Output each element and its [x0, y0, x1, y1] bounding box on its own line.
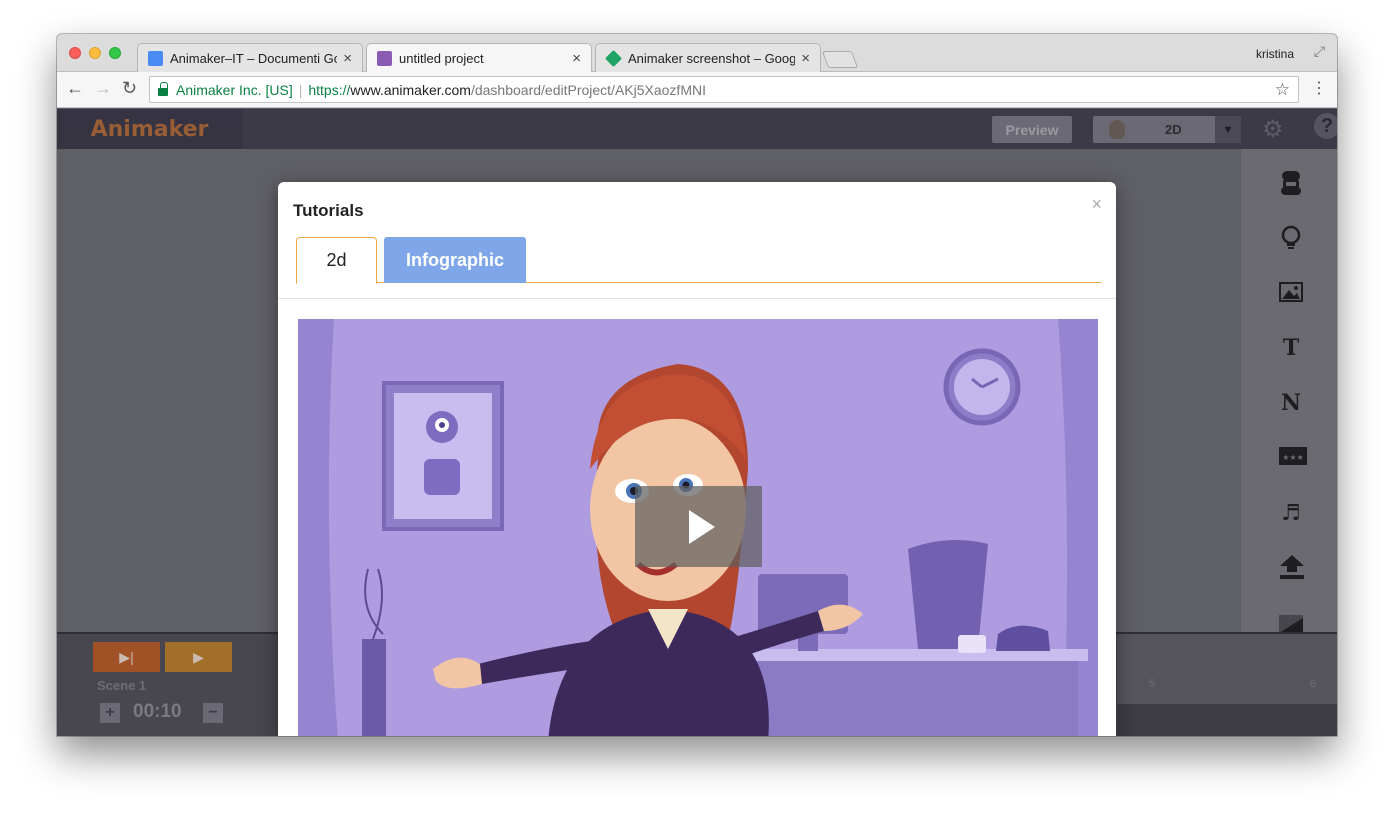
url-host: www.animaker.com [350, 81, 471, 98]
character-icon[interactable] [1279, 170, 1303, 195]
browser-tab-docs[interactable]: Animaker–IT – Documenti Go × [137, 43, 363, 72]
rating-stars-icon[interactable]: ★★★ [1279, 446, 1307, 470]
tab-2d[interactable]: 2d [296, 237, 377, 284]
browser-tab-animaker[interactable]: untitled project × [366, 43, 592, 73]
tutorial-tabs: 2d Infographic [296, 237, 1101, 284]
svg-text:★★★: ★★★ [1282, 453, 1304, 462]
browser-menu-icon[interactable]: ⋮ [1311, 78, 1327, 98]
tutorials-modal: Tutorials × 2d Infographic [278, 182, 1116, 736]
close-tab-icon[interactable]: × [801, 50, 810, 67]
reload-icon[interactable]: ↻ [122, 78, 137, 99]
forward-arrow-icon[interactable]: → [94, 78, 112, 99]
google-drive-icon [605, 49, 622, 67]
ruler-tick: 5 [1149, 678, 1156, 690]
mode-label: 2D [1165, 122, 1182, 137]
help-icon[interactable]: ? [1314, 113, 1337, 139]
timeline-track[interactable] [1117, 704, 1337, 736]
url-path: /dashboard/editProject/AKj5XaozfMNI [470, 81, 706, 98]
scene-label[interactable]: Scene 1 [97, 678, 146, 693]
timeline-ruler[interactable]: 5 6 [1117, 634, 1337, 704]
decrease-duration-button[interactable]: − [203, 703, 223, 723]
tab-strip: Animaker–IT – Documenti Go × untitled pr… [57, 34, 1337, 73]
increase-duration-button[interactable]: + [100, 703, 120, 723]
tab-title: untitled project [399, 51, 484, 66]
image-icon[interactable] [1279, 282, 1303, 306]
browser-tab-drive[interactable]: Animaker screenshot – Googl × [595, 43, 821, 72]
modal-divider [278, 298, 1116, 299]
modal-title: Tutorials [293, 201, 364, 220]
address-separator: | [298, 81, 303, 98]
back-arrow-icon[interactable]: ← [66, 78, 84, 99]
profile-name[interactable]: kristina [1256, 47, 1294, 61]
fullscreen-icon[interactable]: ⤢ [1314, 43, 1325, 60]
close-tab-icon[interactable]: × [572, 50, 581, 67]
play-icon [688, 509, 715, 544]
dropdown-arrow-icon[interactable]: ▼ [1215, 116, 1241, 143]
idea-bulb-icon[interactable] [1279, 225, 1303, 249]
play-scene-button[interactable]: ▶| [93, 642, 160, 672]
minimize-window-button[interactable] [89, 47, 101, 59]
scene-duration: + 00:10 − [100, 700, 280, 724]
close-tab-icon[interactable]: × [343, 50, 352, 67]
address-bar[interactable]: Animaker Inc. [US] | https:// www.animak… [149, 76, 1299, 103]
video-play-button[interactable] [635, 486, 762, 567]
settings-gear-icon[interactable]: ⚙ [1262, 115, 1284, 144]
tab-title: Animaker screenshot – Googl [628, 50, 796, 66]
mode-selector[interactable]: 2D ▼ [1093, 116, 1241, 143]
animaker-logo[interactable]: Animaker [57, 109, 242, 149]
upload-icon[interactable] [1279, 554, 1304, 579]
music-icon[interactable]: ♬ [1279, 501, 1303, 525]
bookmark-star-icon[interactable]: ☆ [1275, 80, 1290, 100]
new-tab-button[interactable] [821, 51, 859, 68]
url-protocol: https:// [308, 81, 351, 98]
tab-infographic[interactable]: Infographic [384, 237, 526, 283]
character-avatar-icon [1109, 120, 1125, 139]
lock-icon [158, 81, 168, 96]
text-icon[interactable]: T [1279, 336, 1303, 360]
play-button[interactable]: ▶ [165, 642, 232, 672]
browser-window: Animaker–IT – Documenti Go × untitled pr… [57, 34, 1337, 736]
tab-title: Animaker–IT – Documenti Go [170, 50, 338, 66]
transition-icon[interactable] [1279, 614, 1303, 632]
browser-toolbar: ← → ↻ Animaker Inc. [US] | https:// www.… [57, 72, 1337, 108]
number-icon[interactable]: N [1279, 391, 1303, 415]
preview-button[interactable]: Preview [992, 116, 1072, 143]
animaker-favicon-icon [377, 51, 392, 66]
close-modal-icon[interactable]: × [1091, 194, 1102, 215]
app-header: Animaker Preview 2D ▼ ⚙ ? [57, 109, 1337, 149]
tutorial-video[interactable] [298, 319, 1098, 736]
secure-origin-label: Animaker Inc. [US] [176, 81, 293, 98]
close-window-button[interactable] [69, 47, 81, 59]
maximize-window-button[interactable] [109, 47, 121, 59]
ruler-tick: 6 [1310, 678, 1317, 690]
duration-value: 00:10 [133, 701, 182, 722]
docs-icon [148, 50, 163, 66]
